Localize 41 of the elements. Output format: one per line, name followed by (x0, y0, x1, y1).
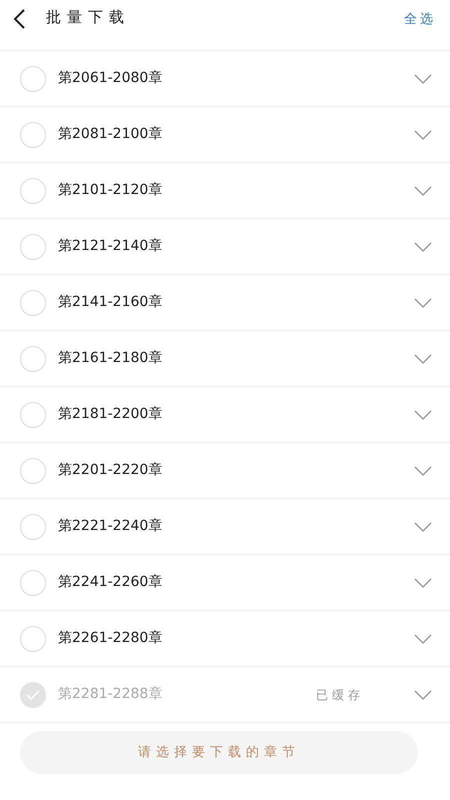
chapter-range: 第2081-2100章 (58, 125, 162, 144)
expand-chevron-icon[interactable] (414, 130, 432, 140)
page-title: 批量下载 (46, 7, 130, 28)
checkbox[interactable] (20, 66, 46, 92)
expand-chevron-icon[interactable] (414, 466, 432, 476)
expand-chevron-icon[interactable] (414, 690, 432, 700)
checkbox[interactable] (20, 346, 46, 372)
chapter-range: 第2181-2200章 (58, 405, 162, 424)
checkbox[interactable] (20, 178, 46, 204)
chapter-range: 第2121-2140章 (58, 237, 162, 256)
expand-chevron-icon[interactable] (414, 634, 432, 644)
check-icon (26, 690, 40, 700)
checkbox[interactable] (20, 570, 46, 596)
expand-chevron-icon[interactable] (414, 74, 432, 84)
checkbox[interactable] (20, 234, 46, 260)
chapter-range: 第2101-2120章 (58, 181, 162, 200)
select-all-button[interactable]: 全选 (404, 10, 436, 30)
checkbox[interactable] (20, 458, 46, 484)
chapter-range: 第2201-2220章 (58, 461, 162, 480)
expand-chevron-icon[interactable] (414, 186, 432, 196)
chapter-range: 第2061-2080章 (58, 69, 162, 88)
expand-chevron-icon[interactable] (414, 354, 432, 364)
expand-chevron-icon[interactable] (414, 578, 432, 588)
chapter-range: 第2261-2280章 (58, 629, 162, 648)
expand-chevron-icon[interactable] (414, 522, 432, 532)
expand-chevron-icon[interactable] (414, 298, 432, 308)
back-icon[interactable] (12, 8, 26, 30)
expand-chevron-icon[interactable] (414, 410, 432, 420)
chapter-range: 第2141-2160章 (58, 293, 162, 312)
checkbox[interactable] (20, 626, 46, 652)
checkbox[interactable] (20, 290, 46, 316)
checkbox[interactable] (20, 514, 46, 540)
chapter-range: 第2281-2288章 (58, 685, 162, 704)
checkbox[interactable] (20, 122, 46, 148)
chapter-range: 第2241-2260章 (58, 573, 162, 592)
status-label: 已缓存 (316, 686, 364, 704)
chapter-range: 第2221-2240章 (58, 517, 162, 536)
chapter-range: 第2161-2180章 (58, 349, 162, 368)
checkbox[interactable] (20, 402, 46, 428)
expand-chevron-icon[interactable] (414, 242, 432, 252)
checkbox[interactable] (20, 682, 46, 708)
